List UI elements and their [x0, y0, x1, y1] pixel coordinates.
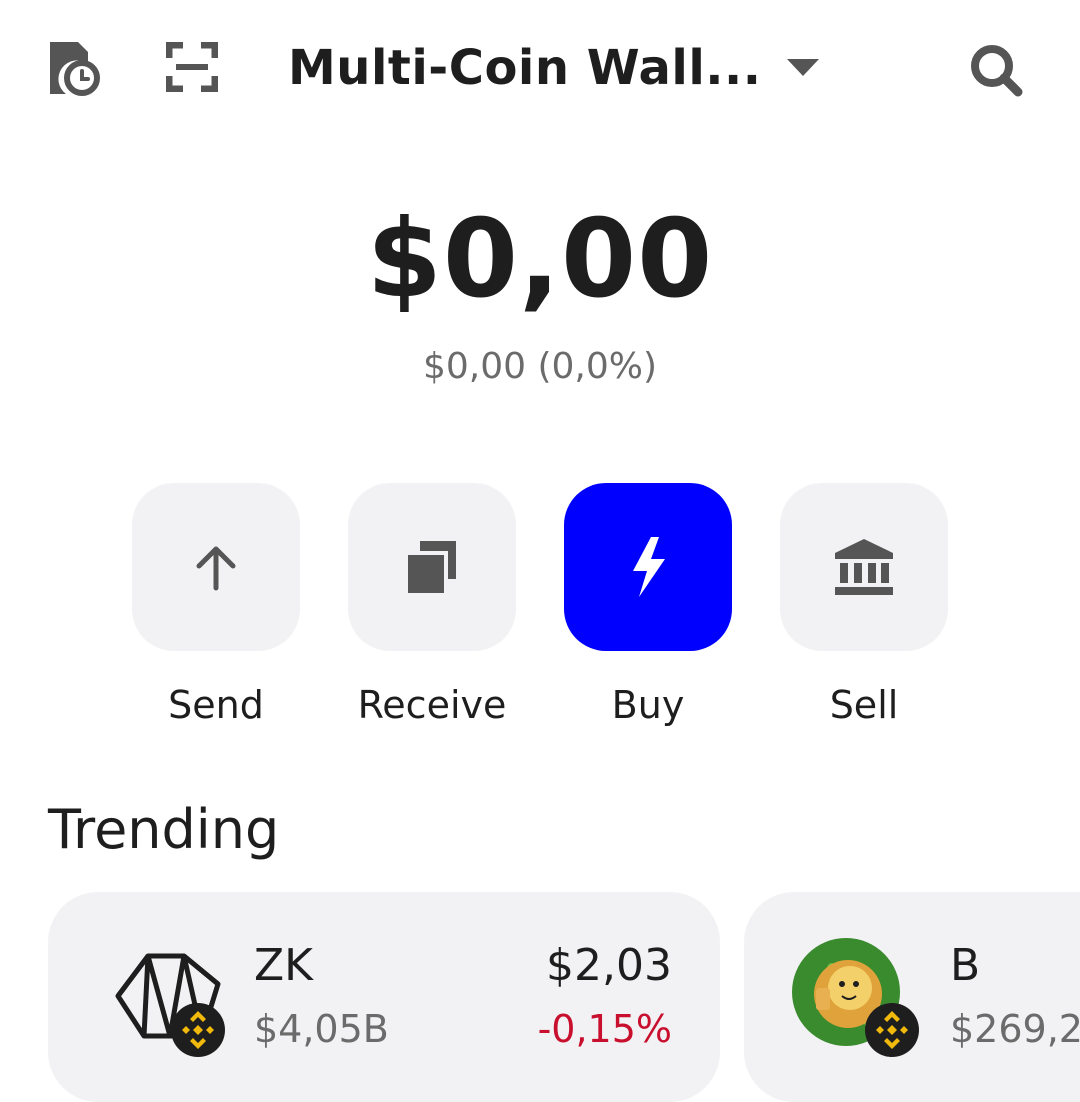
coin-symbol: B	[950, 940, 981, 991]
coin-market-cap: $269,24	[950, 1007, 1080, 1051]
receive-tile[interactable]	[348, 483, 516, 651]
trending-heading: Trending	[48, 798, 280, 861]
scan-icon[interactable]	[166, 42, 218, 92]
arrow-up-icon	[196, 546, 236, 591]
wallet-selector[interactable]: Multi-Coin Wall...	[288, 38, 820, 98]
trending-card-b[interactable]: B $269,24	[744, 892, 1080, 1102]
coin-price: $2,03	[546, 940, 672, 991]
send-button[interactable]: Send	[132, 483, 300, 727]
sell-label: Sell	[829, 683, 899, 727]
copy-icon	[408, 541, 456, 593]
chevron-down-icon	[787, 59, 820, 76]
total-balance: $0,00	[366, 197, 714, 322]
send-label: Send	[168, 683, 264, 727]
receive-label: Receive	[357, 683, 507, 727]
coin-symbol: ZK	[254, 940, 313, 991]
wallet-name: Multi-Coin Wall...	[288, 40, 762, 96]
buy-button[interactable]: Buy	[564, 483, 732, 727]
bank-icon	[835, 539, 893, 595]
trending-card-zk[interactable]: ZK $4,05B $2,03 -0,15%	[48, 892, 720, 1102]
coin-change: -0,15%	[537, 1007, 672, 1051]
history-icon[interactable]	[48, 40, 100, 96]
bnb-chain-badge	[171, 1003, 225, 1057]
coin-market-cap: $4,05B	[254, 1007, 389, 1051]
buy-tile[interactable]	[564, 483, 732, 651]
receive-button[interactable]: Receive	[348, 483, 516, 727]
sell-tile[interactable]	[780, 483, 948, 651]
sell-button[interactable]: Sell	[780, 483, 948, 727]
lightning-icon	[633, 537, 665, 597]
buy-label: Buy	[611, 683, 685, 727]
bnb-chain-badge	[865, 1003, 919, 1057]
balance-change: $0,00 (0,0%)	[422, 346, 658, 387]
send-tile[interactable]	[132, 483, 300, 651]
search-icon[interactable]	[968, 42, 1024, 98]
